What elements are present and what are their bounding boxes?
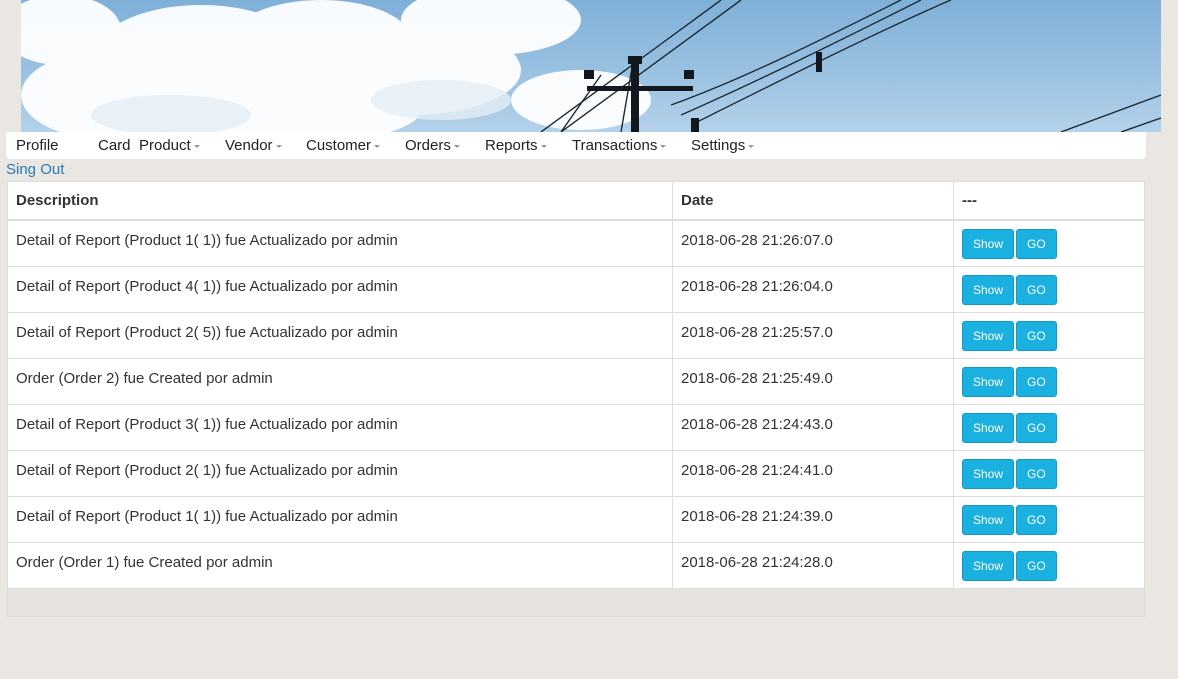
table-header-row: Description Date --- [7,181,1145,221]
go-button[interactable]: GO [1016,550,1057,581]
table-row: Detail of Report (Product 1( 1)) fue Act… [7,219,1145,267]
nav-item-label: Vendor [225,137,273,154]
show-button[interactable]: Show [962,229,1015,259]
row-description: Detail of Report (Product 2( 1)) fue Act… [7,449,673,497]
header-banner-image [21,0,1161,132]
sign-out-link[interactable]: Sing Out [6,161,64,178]
nav-item-label: Profile [16,137,59,154]
row-date: 2018-06-28 21:24:28.0 [672,541,954,589]
row-date: 2018-06-28 21:24:39.0 [672,495,954,543]
row-description: Detail of Report (Product 1( 1)) fue Act… [7,219,673,267]
row-date: 2018-06-28 21:24:41.0 [672,449,954,497]
row-actions: Show GO [953,357,1145,405]
caret-down-icon [660,145,667,148]
table-row: Detail of Report (Product 2( 5)) fue Act… [7,311,1145,359]
show-button[interactable]: Show [962,550,1015,581]
nav-item-label: Customer [306,137,372,154]
table-row: Order (Order 2) fue Created por admin 201… [7,357,1145,405]
activity-table-container: Description Date --- Detail of Report (P… [7,181,1145,617]
main-navbar: Profile Card Product Vendor Customer Orders Re… [6,132,1146,159]
nav-item-label: Settings [691,137,746,154]
table-row: Detail of Report (Product 1( 1)) fue Act… [7,495,1145,543]
caret-down-icon [748,145,755,148]
nav-item-label: Reports [485,137,538,154]
nav-item-reports[interactable]: Reports [485,137,547,154]
row-description: Order (Order 1) fue Created por admin [7,541,673,589]
row-date: 2018-06-28 21:26:04.0 [672,265,954,313]
row-description: Detail of Report (Product 2( 5)) fue Act… [7,311,673,359]
show-button[interactable]: Show [962,412,1015,443]
row-actions: Show GO [953,495,1145,543]
table-row: Detail of Report (Product 4( 1)) fue Act… [7,265,1145,313]
row-description: Detail of Report (Product 1( 1)) fue Act… [7,495,673,543]
column-header-actions: --- [953,181,1145,221]
row-actions: Show GO [953,311,1145,359]
table-row: Order (Order 1) fue Created por admin 201… [7,541,1145,589]
column-header-description: Description [7,181,673,221]
nav-item-transactions[interactable]: Transactions [572,137,667,154]
row-description: Order (Order 2) fue Created por admin [7,357,673,405]
activity-table: Description Date --- Detail of Report (P… [7,181,1145,589]
nav-item-label: Product [139,137,191,154]
row-date: 2018-06-28 21:24:43.0 [672,403,954,451]
nav-item-label: Card [98,137,131,154]
nav-item-profile[interactable]: Profile [16,137,59,154]
nav-item-customer[interactable]: Customer [306,137,381,154]
caret-down-icon [453,145,460,148]
row-date: 2018-06-28 21:25:57.0 [672,311,954,359]
row-description: Detail of Report (Product 3( 1)) fue Act… [7,403,673,451]
go-button[interactable]: GO [1016,366,1057,397]
row-actions: Show GO [953,403,1145,451]
row-date: 2018-06-28 21:26:07.0 [672,219,954,267]
go-button[interactable]: GO [1016,229,1057,259]
nav-item-vendor[interactable]: Vendor [225,137,282,154]
caret-down-icon [193,145,200,148]
nav-item-label: Orders [405,137,451,154]
row-actions: Show GO [953,449,1145,497]
nav-item-label: Transactions [572,137,658,154]
show-button[interactable]: Show [962,504,1015,535]
nav-item-orders[interactable]: Orders [405,137,460,154]
row-actions: Show GO [953,219,1145,267]
caret-down-icon [275,145,282,148]
nav-item-product[interactable]: Product [139,137,200,154]
nav-item-settings[interactable]: Settings [691,137,755,154]
go-button[interactable]: GO [1016,274,1057,305]
go-button[interactable]: GO [1016,320,1057,351]
table-row: Detail of Report (Product 3( 1)) fue Act… [7,403,1145,451]
go-button[interactable]: GO [1016,458,1057,489]
row-date: 2018-06-28 21:25:49.0 [672,357,954,405]
row-description: Detail of Report (Product 4( 1)) fue Act… [7,265,673,313]
row-actions: Show GO [953,541,1145,589]
show-button[interactable]: Show [962,366,1015,397]
table-row: Detail of Report (Product 2( 1)) fue Act… [7,449,1145,497]
nav-item-card[interactable]: Card [98,137,131,154]
show-button[interactable]: Show [962,458,1015,489]
show-button[interactable]: Show [962,274,1015,305]
go-button[interactable]: GO [1016,504,1057,535]
go-button[interactable]: GO [1016,412,1057,443]
row-actions: Show GO [953,265,1145,313]
caret-down-icon [374,145,381,148]
caret-down-icon [540,145,547,148]
column-header-date: Date [672,181,954,221]
show-button[interactable]: Show [962,320,1015,351]
